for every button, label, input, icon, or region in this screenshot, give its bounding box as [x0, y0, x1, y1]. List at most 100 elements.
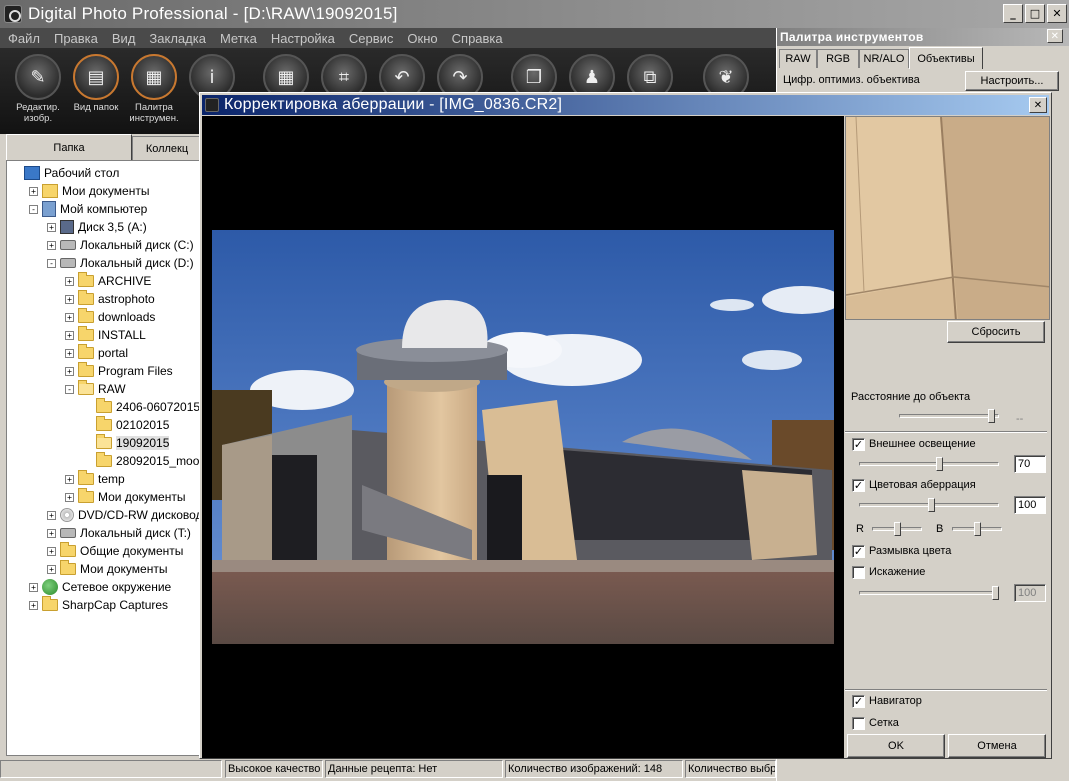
close-button[interactable]: ✕ — [1047, 4, 1067, 23]
expand-icon[interactable]: + — [29, 582, 38, 592]
tree-item[interactable]: 19092015 — [83, 434, 170, 452]
tree-item[interactable]: + temp — [65, 470, 125, 488]
tool-palette-icon: ▦ — [131, 54, 177, 100]
zoom-preview[interactable] — [845, 116, 1050, 320]
expand-icon[interactable]: + — [65, 492, 74, 502]
cancel-button[interactable]: Отмена — [948, 734, 1046, 758]
drive-icon — [60, 528, 76, 538]
minimize-button[interactable]: _ — [1003, 4, 1023, 23]
tree-item-label: 2406-06072015 — [116, 400, 201, 414]
menu-label[interactable]: Метка — [212, 31, 263, 46]
chromatic-value-field[interactable]: 100 — [1014, 496, 1046, 514]
tree-item[interactable]: 2406-06072015 — [83, 398, 200, 416]
expand-icon[interactable]: + — [65, 312, 74, 322]
dialog-title: Корректировка аберрации - [IMG_0836.CR2] — [224, 96, 563, 113]
tree-item[interactable]: + Мои документы — [29, 182, 149, 200]
tree-item[interactable]: + INSTALL — [65, 326, 146, 344]
photo-image[interactable] — [212, 230, 834, 644]
distortion-value-field[interactable]: 100 — [1014, 584, 1046, 602]
tab-nr-alo[interactable]: NR/ALO — [859, 49, 909, 68]
tab-collection[interactable]: Коллекц — [132, 136, 202, 160]
collapse-icon[interactable]: - — [29, 204, 38, 214]
menu-view[interactable]: Вид — [104, 31, 142, 46]
tree-item[interactable]: + ARCHIVE — [65, 272, 151, 290]
peripheral-slider-track[interactable] — [859, 462, 999, 466]
tree-item[interactable]: + portal — [65, 344, 128, 362]
collapse-icon[interactable]: - — [65, 384, 74, 394]
expand-icon[interactable]: + — [29, 186, 38, 196]
tree-item[interactable]: + astrophoto — [65, 290, 155, 308]
expand-icon[interactable]: + — [47, 528, 56, 538]
expand-icon[interactable]: + — [65, 348, 74, 358]
b-slider-thumb[interactable] — [973, 522, 981, 536]
tree-item[interactable]: + Локальный диск (C:) — [47, 236, 194, 254]
reset-button[interactable]: Сбросить — [947, 321, 1045, 343]
color-blur-checkbox[interactable]: ✓ — [852, 545, 865, 558]
tree-item[interactable]: + SharpCap Captures — [29, 596, 168, 614]
navigator-checkbox[interactable]: ✓ — [852, 695, 865, 708]
menu-edit[interactable]: Правка — [46, 31, 104, 46]
expand-icon[interactable]: + — [47, 510, 56, 520]
tree-item[interactable]: + Общие документы — [47, 542, 183, 560]
distortion-checkbox[interactable] — [852, 566, 865, 579]
distance-slider-track[interactable] — [899, 414, 999, 418]
expand-icon[interactable]: + — [65, 330, 74, 340]
tree-item[interactable]: - RAW — [65, 380, 126, 398]
tool-palette-button[interactable]: ▦ Палитра инструмен. — [124, 54, 184, 124]
app-icon[interactable] — [4, 5, 22, 23]
menu-tools[interactable]: Сервис — [341, 31, 400, 46]
tree-item[interactable]: + downloads — [65, 308, 155, 326]
distortion-slider-track[interactable] — [859, 591, 999, 595]
tree-item[interactable]: 02102015 — [83, 416, 169, 434]
tab-raw[interactable]: RAW — [779, 49, 817, 68]
expand-icon[interactable]: + — [65, 276, 74, 286]
distortion-slider-thumb[interactable] — [992, 586, 999, 600]
tree-item[interactable]: - Локальный диск (D:) — [47, 254, 194, 272]
tree-item[interactable]: + Мои документы — [47, 560, 167, 578]
dialog-close-button[interactable]: ✕ — [1029, 97, 1047, 113]
tab-folder[interactable]: Папка — [6, 134, 132, 160]
expand-icon[interactable]: + — [47, 222, 56, 232]
expand-icon[interactable]: + — [47, 564, 56, 574]
chromatic-slider-thumb[interactable] — [928, 498, 936, 512]
image-preview[interactable] — [202, 116, 844, 758]
folder-view-button[interactable]: ▤ Вид папок — [66, 54, 126, 113]
palette-close-button[interactable]: ✕ — [1047, 29, 1063, 43]
menu-window[interactable]: Окно — [399, 31, 443, 46]
peripheral-value-field[interactable]: 70 — [1014, 455, 1046, 473]
peripheral-checkbox[interactable]: ✓ — [852, 438, 865, 451]
expand-icon[interactable]: + — [29, 600, 38, 610]
tree-item[interactable]: + Program Files — [65, 362, 173, 380]
menu-settings[interactable]: Настройка — [263, 31, 341, 46]
tree-item[interactable]: Рабочий стол — [11, 164, 119, 182]
grid-checkbox[interactable] — [852, 717, 865, 730]
r-slider-thumb[interactable] — [893, 522, 901, 536]
configure-button[interactable]: Настроить... — [965, 71, 1059, 91]
ok-button[interactable]: OK — [847, 734, 945, 758]
expand-icon[interactable]: + — [65, 474, 74, 484]
expand-icon[interactable]: + — [47, 546, 56, 556]
collapse-icon[interactable]: - — [47, 258, 56, 268]
menu-bookmark[interactable]: Закладка — [141, 31, 212, 46]
tree-item[interactable]: 28092015_moon — [83, 452, 201, 470]
main-titlebar: Digital Photo Professional - [D:\RAW\190… — [0, 0, 1069, 28]
distance-slider-thumb[interactable] — [988, 409, 996, 423]
tree-item[interactable]: + Мои документы — [65, 488, 185, 506]
tree-item[interactable]: - Мой компьютер — [29, 200, 147, 218]
peripheral-slider-thumb[interactable] — [936, 457, 944, 471]
maximize-button[interactable]: □ — [1025, 4, 1045, 23]
menu-help[interactable]: Справка — [444, 31, 509, 46]
chromatic-checkbox[interactable]: ✓ — [852, 479, 865, 492]
expand-icon[interactable]: + — [47, 240, 56, 250]
expand-icon[interactable]: + — [65, 366, 74, 376]
tree-item[interactable]: + Сетевое окружение — [29, 578, 171, 596]
edit-image-button[interactable]: ✎ Редактир. изобр. — [8, 54, 68, 124]
tree-item[interactable]: + Локальный диск (T:) — [47, 524, 191, 542]
tree-item[interactable]: + DVD/CD-RW дисковод — [47, 506, 201, 524]
tree-item[interactable]: + Диск 3,5 (A:) — [47, 218, 147, 236]
expand-icon[interactable]: + — [65, 294, 74, 304]
tab-rgb[interactable]: RGB — [817, 49, 859, 68]
menu-file[interactable]: Файл — [0, 31, 46, 46]
peripheral-label: Внешнее освещение — [869, 438, 976, 450]
tab-lens[interactable]: Объективы — [909, 47, 983, 69]
